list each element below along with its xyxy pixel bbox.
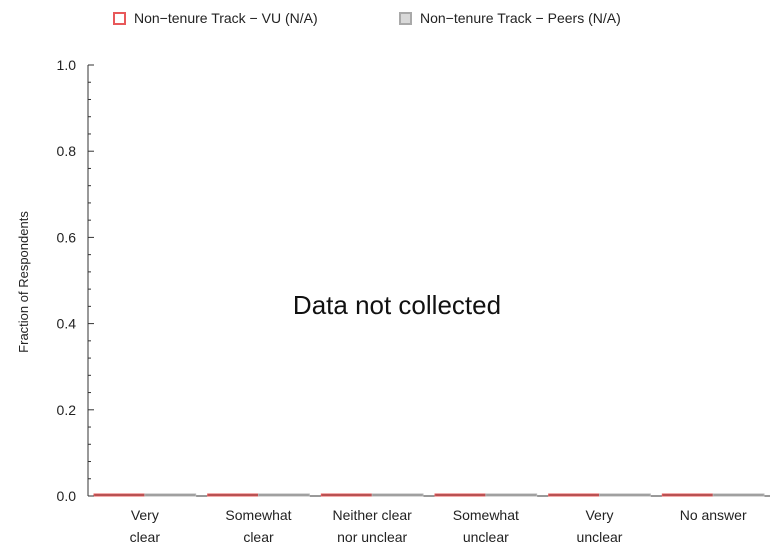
bar-peers bbox=[485, 493, 538, 497]
y-tick-label: 0.8 bbox=[57, 143, 77, 159]
y-tick-label: 0.6 bbox=[57, 229, 77, 245]
bar-peers bbox=[599, 493, 651, 497]
x-category-label: nor unclear bbox=[337, 529, 407, 545]
x-category-label: clear bbox=[243, 529, 274, 545]
bar-peers bbox=[258, 493, 310, 497]
y-tick-label: 0.2 bbox=[57, 402, 77, 418]
x-category-label: Somewhat bbox=[225, 507, 291, 523]
y-tick-label: 0.4 bbox=[57, 316, 77, 332]
no-data-annotation: Data not collected bbox=[293, 290, 501, 320]
bar-chart: 0.0 0.2 0.4 0.6 0.8 1.0 Very clear Somewhat clea… bbox=[16, 57, 770, 545]
x-category-label: unclear bbox=[463, 529, 509, 545]
bar-peers bbox=[371, 493, 424, 497]
bar-vu bbox=[434, 493, 487, 497]
x-category-label: Very bbox=[585, 507, 613, 523]
bar-vu bbox=[93, 493, 146, 497]
y-tick-label: 0.0 bbox=[57, 488, 77, 504]
x-category-label: unclear bbox=[577, 529, 623, 545]
x-category-label: Neither clear bbox=[332, 507, 412, 523]
bar-vu bbox=[320, 493, 373, 497]
bar-peers bbox=[712, 493, 765, 497]
bar-vu bbox=[661, 493, 714, 497]
x-category-label: Very bbox=[131, 507, 159, 523]
y-tick-label: 1.0 bbox=[57, 57, 77, 73]
bar-peers bbox=[144, 493, 197, 497]
y-axis-title: Fraction of Respondents bbox=[16, 211, 31, 353]
x-category-label: No answer bbox=[680, 507, 747, 523]
bar-vu bbox=[207, 493, 260, 497]
x-category-label: clear bbox=[130, 529, 161, 545]
x-category-label: Somewhat bbox=[453, 507, 519, 523]
bar-vu bbox=[548, 493, 601, 497]
